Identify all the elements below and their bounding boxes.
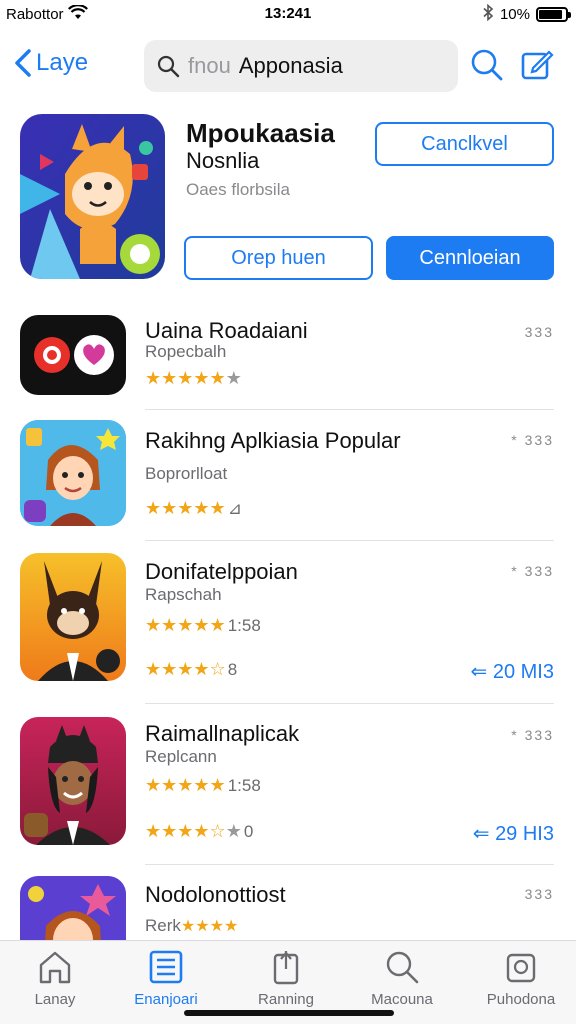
rating-stars: ★★★★★ 1:58: [145, 615, 261, 635]
status-right: 10%: [482, 3, 571, 25]
tab-ranning[interactable]: Ranning: [231, 949, 341, 1008]
download-size-button[interactable]: ⇐ 20 MI3: [471, 659, 554, 684]
list-item[interactable]: Donifatelppoian Rapschah ★★★★★ 1:58 ★★★★☆…: [0, 553, 576, 703]
search-icon: [157, 55, 180, 78]
app-icon: [20, 553, 126, 681]
tab-puhodona[interactable]: Puhodona: [466, 949, 576, 1008]
list-item[interactable]: Rakihng Aplkiasia Popular Boprorlloat ★★…: [0, 420, 576, 540]
nav-bar: Laye fnou Apponasia: [0, 36, 576, 96]
search-value: Apponasia: [238, 53, 343, 78]
featured-app: Mpoukaasia Nosnlia Oaes florbsila Canclk…: [0, 110, 576, 290]
home-indicator[interactable]: [184, 1010, 394, 1016]
rating-stars-secondary: ★★★★☆ 8: [145, 659, 238, 679]
app-icon: [20, 420, 126, 526]
app-subtitle: Replcann: [145, 747, 217, 766]
tab-macouna[interactable]: Macouna: [347, 949, 457, 1008]
app-icon: [20, 717, 126, 845]
back-button[interactable]: Laye: [14, 48, 88, 78]
app-title: Rakihng Aplkiasia Popular: [145, 428, 401, 453]
search-icon: [471, 49, 503, 81]
rating-stars-secondary: ★★★★☆★ 0: [145, 821, 254, 841]
phone-icon: [273, 951, 299, 985]
app-subtitle: Boprorlloat: [145, 464, 228, 483]
app-icon: [20, 876, 126, 940]
app-meta: 333: [524, 886, 554, 902]
chevron-left-icon: [15, 49, 31, 77]
status-bar: Rabottor 13:241 10%: [0, 0, 576, 30]
app-title: Donifatelppoian: [145, 559, 298, 584]
app-title: Nodolonottiost: [145, 882, 286, 907]
search-button[interactable]: [470, 48, 504, 87]
list-icon: [149, 950, 183, 984]
compose-button[interactable]: [520, 48, 554, 87]
list-item[interactable]: Uaina Roadaiani Ropecbalh ★★★★★★ 333: [0, 312, 576, 410]
download-size-button[interactable]: ⇐ 29 HI3: [473, 821, 554, 846]
tab-lanay[interactable]: Lanay: [0, 949, 110, 1008]
rating-stars: ★★★★★ ⊿: [145, 498, 242, 518]
divider: [145, 864, 554, 865]
app-meta: 333: [524, 324, 554, 340]
tab-label: Puhodona: [486, 991, 556, 1008]
open-button[interactable]: Orep huen: [184, 236, 373, 280]
download-button[interactable]: Cennloeian: [386, 236, 554, 280]
app-subtitle: Rerk★★★★: [145, 916, 239, 935]
tab-label: Enanjoari: [134, 991, 198, 1008]
featured-description: Oaes florbsila: [186, 180, 290, 199]
rating-stars: ★★★★★★: [145, 368, 242, 388]
app-meta: * 333: [511, 727, 554, 743]
app-meta: * 333: [511, 563, 554, 579]
app-title: Raimallnaplicak: [145, 721, 300, 746]
divider: [145, 540, 554, 541]
download-icon: ⇐: [470, 661, 493, 683]
bluetooth-icon: [482, 3, 494, 25]
tab-enanjoari[interactable]: Enanjoari: [111, 949, 221, 1008]
compose-icon: [521, 50, 554, 80]
featured-subtitle: Nosnlia: [186, 148, 260, 173]
battery-percent: 10%: [499, 6, 530, 23]
list-item[interactable]: Nodolonottiost Rerk★★★★ 333: [0, 876, 576, 940]
tab-label: Lanay: [34, 991, 76, 1008]
featured-app-icon[interactable]: [20, 114, 165, 279]
search-icon: [386, 951, 419, 984]
app-subtitle: Ropecbalh: [145, 342, 227, 361]
list-item[interactable]: Raimallnaplicak Replcann ★★★★★ 1:58 ★★★★☆…: [0, 717, 576, 867]
search-input[interactable]: fnou Apponasia: [144, 40, 458, 92]
cancel-button[interactable]: Canclkvel: [375, 122, 554, 166]
app-subtitle: Rapschah: [145, 585, 222, 604]
search-placeholder: fnou: [188, 53, 231, 78]
tab-label: Macouna: [371, 991, 433, 1008]
featured-title: Mpoukaasia: [186, 118, 335, 148]
battery-icon: [536, 7, 571, 22]
app-title: Uaina Roadaiani: [145, 318, 308, 343]
app-icon: [20, 315, 126, 395]
tab-label: Ranning: [258, 991, 314, 1008]
camera-icon: [506, 953, 536, 983]
divider: [145, 703, 554, 704]
download-icon: ⇐: [472, 823, 496, 845]
rating-stars: ★★★★★ 1:58: [145, 775, 261, 795]
back-label: Laye: [36, 49, 89, 76]
app-meta: * 333: [511, 432, 554, 448]
home-icon: [39, 951, 71, 984]
divider: [145, 409, 554, 410]
